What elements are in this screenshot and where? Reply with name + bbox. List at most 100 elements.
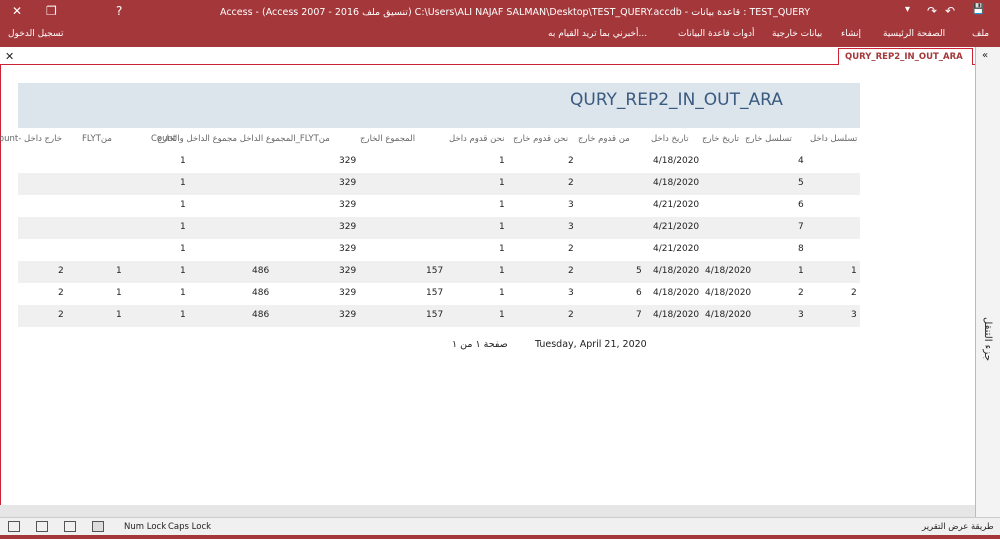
report-cell: 1	[499, 156, 505, 166]
report-row	[18, 173, 860, 195]
report-cell: 1	[180, 222, 186, 232]
report-cell: 6	[636, 288, 642, 298]
report-cell: 1	[499, 200, 505, 210]
layout-view-icon[interactable]	[8, 521, 20, 532]
undo-icon[interactable]: ↶	[945, 4, 955, 18]
report-cell: 1	[499, 288, 505, 298]
ribbon-tabs: تسجيل الدخول أخبرني بما تريد القيام به..…	[0, 25, 1000, 47]
report-cell: 157	[426, 266, 444, 276]
signin-link[interactable]: تسجيل الدخول	[8, 29, 63, 39]
report-cell: 1	[116, 288, 122, 298]
report-cell: 157	[426, 310, 444, 320]
tell-me-search[interactable]: أخبرني بما تريد القيام به...	[548, 29, 647, 39]
report-cell: 2	[851, 288, 857, 298]
column-header: المجموع الخارج	[360, 134, 416, 144]
design-view-icon[interactable]	[36, 521, 48, 532]
restore-icon[interactable]: ❐	[46, 4, 57, 18]
report-cell: 1	[180, 266, 186, 276]
report-cell: 1	[499, 222, 505, 232]
tab-database-tools[interactable]: أدوات قاعدة البيانات	[678, 29, 755, 39]
report-row	[18, 239, 860, 261]
report-view-icon[interactable]	[92, 521, 104, 532]
report-cell: 7	[636, 310, 642, 320]
report-cell: 4/18/2020	[653, 266, 700, 276]
report-cell: 2	[568, 266, 574, 276]
navigation-pane[interactable]: « جزء التنقل	[975, 47, 1000, 517]
report-cell: 1	[180, 200, 186, 210]
report-cell: 4/21/2020	[653, 244, 700, 254]
report-cell: 157	[426, 288, 444, 298]
expand-nav-icon[interactable]: «	[982, 50, 988, 61]
report-cell: 329	[339, 288, 357, 298]
report-cell: 329	[339, 178, 357, 188]
caps-lock-indicator: Caps Lock	[168, 522, 212, 532]
report-row	[18, 195, 860, 217]
column-header: FLYTمن	[82, 134, 112, 144]
report-cell: 329	[339, 266, 357, 276]
column-header: تاريخ خارج	[702, 134, 740, 144]
report-cell: 1	[180, 178, 186, 188]
report-cell: 329	[339, 244, 357, 254]
redo-icon[interactable]: ↷	[927, 4, 937, 18]
report-date: Tuesday, April 21, 2020	[535, 339, 647, 350]
report-cell: 1	[180, 156, 186, 166]
report-row	[18, 151, 860, 173]
report-cell: 2	[58, 288, 64, 298]
column-header: تسلسل داخل	[810, 134, 858, 144]
report-cell: 4/21/2020	[653, 200, 700, 210]
report-cell: 2	[568, 156, 574, 166]
report-cell: 1	[116, 266, 122, 276]
tab-report[interactable]: QURY_REP2_IN_OUT_ARA	[838, 48, 973, 65]
report-cell: 4/21/2020	[653, 222, 700, 232]
report-cell: 1	[180, 288, 186, 298]
report-cell: 4	[798, 156, 804, 166]
column-header: نحن قدوم داخل	[449, 134, 505, 144]
report-cell: 329	[339, 156, 357, 166]
report-cell: 486	[252, 288, 270, 298]
report-cell: 5	[798, 178, 804, 188]
report-cell: 2	[568, 178, 574, 188]
report-page-number: صفحة ١ من ١	[452, 339, 508, 350]
report-cell: 329	[339, 222, 357, 232]
report-cell: 1	[499, 244, 505, 254]
tab-file[interactable]: ملف	[972, 29, 989, 39]
report-cell: 3	[568, 200, 574, 210]
tab-create[interactable]: إنشاء	[841, 29, 861, 39]
report-cell: 1	[180, 310, 186, 320]
report-cell: 4/18/2020	[705, 288, 752, 298]
tab-home[interactable]: الصفحة الرئيسية	[883, 29, 945, 39]
column-header: Count- خارج داخل	[0, 134, 62, 144]
report-cell: 1	[851, 266, 857, 276]
report-cell: 486	[252, 266, 270, 276]
report-cell: 1	[798, 266, 804, 276]
report-cell: 4/18/2020	[705, 310, 752, 320]
report-cell: 329	[339, 310, 357, 320]
report-cell: 1	[499, 178, 505, 188]
save-icon[interactable]: 💾	[972, 4, 984, 15]
column-header: Count	[151, 134, 177, 144]
tab-external-data[interactable]: بيانات خارجية	[772, 29, 822, 39]
document-tab-strip	[0, 47, 975, 65]
report-cell: 1	[499, 310, 505, 320]
window-bottom-border	[0, 535, 1000, 539]
report-cell: 2	[58, 310, 64, 320]
view-mode-label: طريقة عرض التقرير	[922, 522, 994, 532]
report-cell: 5	[636, 266, 642, 276]
horizontal-scrollbar[interactable]	[0, 505, 975, 517]
column-header: المجموع الداخل مجموع الداخل والخارج_FLYT…	[157, 134, 330, 144]
title-bar: ✕ ❐ ? Access - (Access 2007 - 2016 تنسيق…	[0, 0, 1000, 25]
report-cell: 3	[851, 310, 857, 320]
report-cell: 6	[798, 200, 804, 210]
print-preview-icon[interactable]	[64, 521, 76, 532]
nav-pane-label: جزء التنقل	[982, 317, 993, 362]
help-icon[interactable]: ?	[116, 4, 122, 18]
report-cell: 1	[116, 310, 122, 320]
report-cell: 2	[568, 310, 574, 320]
report-cell: 329	[339, 200, 357, 210]
report-cell: 4/18/2020	[705, 266, 752, 276]
close-document-icon[interactable]: ✕	[5, 50, 14, 63]
more-icon[interactable]: ▾	[905, 4, 910, 15]
column-header: تاريخ داخل	[651, 134, 689, 144]
report-cell: 3	[568, 288, 574, 298]
close-icon[interactable]: ✕	[12, 4, 22, 18]
